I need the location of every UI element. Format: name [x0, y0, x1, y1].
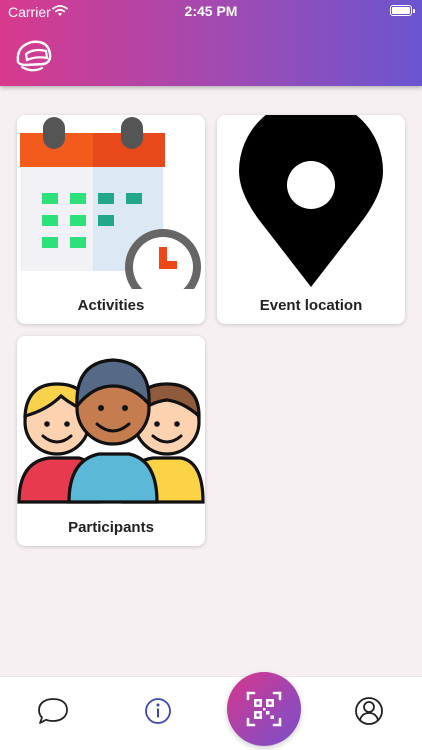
tile-participants[interactable]: Participants — [17, 336, 205, 546]
tile-label: Activities — [77, 297, 145, 314]
tab-bar — [0, 676, 422, 750]
qr-scan-button[interactable] — [227, 672, 301, 746]
qr-code-icon — [246, 691, 282, 727]
info-icon[interactable] — [138, 691, 178, 731]
tile-event-location[interactable]: Event location — [217, 115, 405, 324]
tile-label: Participants — [68, 519, 154, 536]
chat-bubble-icon[interactable] — [33, 691, 73, 731]
app-header: Carrier 2:45 PM — [0, 0, 422, 86]
tile-label: Event location — [259, 297, 363, 314]
helmet-logo-icon[interactable] — [12, 34, 54, 76]
people-group-icon — [17, 336, 205, 510]
user-profile-icon[interactable] — [349, 691, 389, 731]
status-bar: Carrier 2:45 PM — [0, 0, 422, 24]
tile-activities[interactable]: Activities — [17, 115, 205, 324]
status-time: 2:45 PM — [184, 3, 238, 19]
calendar-clock-icon — [17, 115, 205, 305]
battery-icon — [390, 5, 415, 16]
map-pin-icon — [217, 115, 405, 289]
